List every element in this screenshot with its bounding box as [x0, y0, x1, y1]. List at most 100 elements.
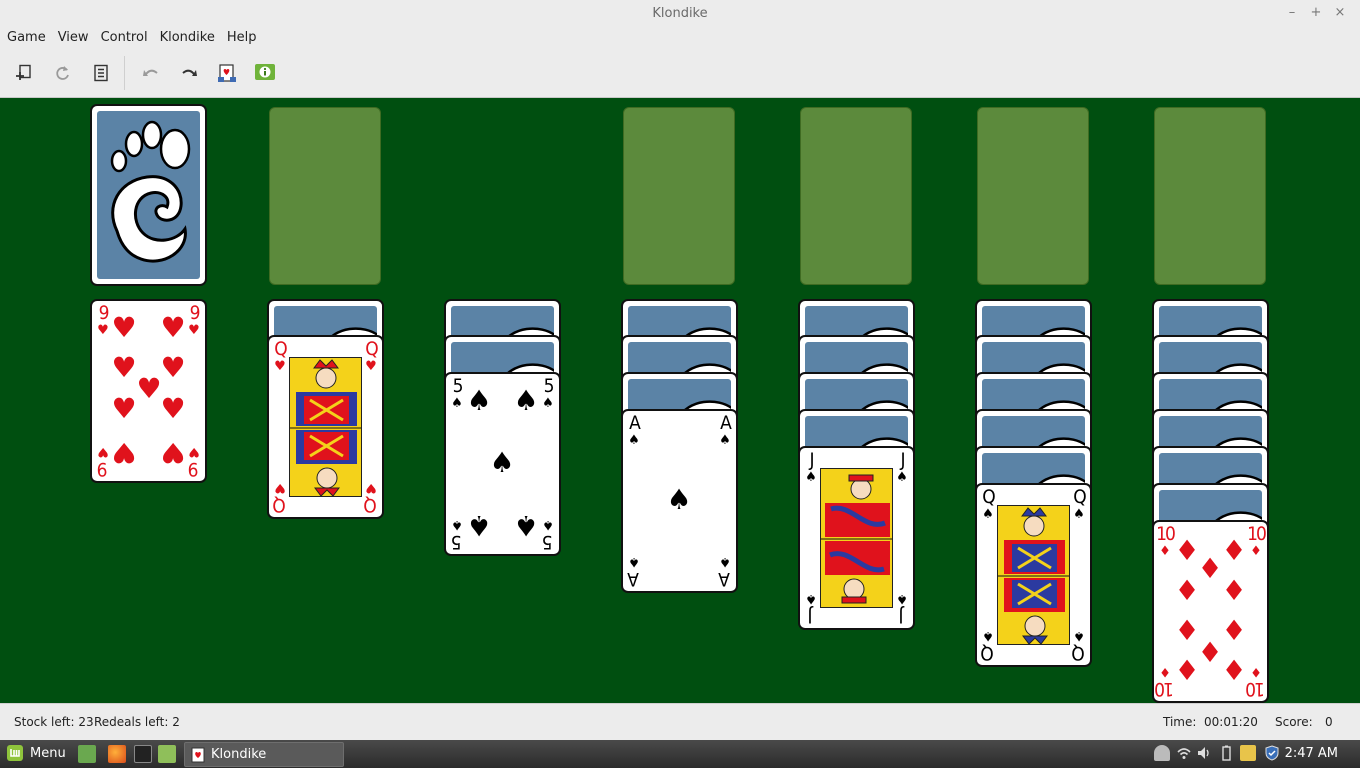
heart-pip: ♥ [111, 392, 137, 425]
menu-bar: Game View Control Klondike Help [0, 27, 1360, 48]
undo-icon [143, 69, 158, 76]
card-rank: 9 [189, 302, 201, 324]
new-game-icon [16, 64, 31, 80]
clock[interactable]: 2:47 AM [1285, 746, 1338, 761]
time-value: 00:01:20 [1204, 715, 1258, 729]
diamond-pip: ♦ [1174, 574, 1200, 607]
card-suit: ♦ [1159, 664, 1171, 679]
foundation-slot-1[interactable] [623, 107, 735, 285]
spade-pip: ♠ [513, 509, 539, 542]
card-rank: J [809, 449, 814, 471]
game-board[interactable]: 9 ♥ 9 ♥ 9 ♥ 9 ♥ ♥ ♥ ♥ ♥ ♥ ♥ ♥ ♥ ♥ Q ♥ Q ♥ Q ♥ Q… [0, 98, 1360, 703]
redo-button[interactable] [176, 60, 202, 86]
foundation-slot-2[interactable] [800, 107, 912, 285]
new-game-button[interactable] [11, 60, 37, 86]
wifi-icon[interactable] [1176, 745, 1192, 761]
taskbar-window-label: Klondike [211, 747, 267, 762]
battery-icon[interactable] [1218, 745, 1234, 761]
waste-slot[interactable] [269, 107, 381, 285]
card-rank: A [629, 412, 641, 434]
taskbar-window-klondike[interactable]: Klondike [184, 742, 344, 767]
card-suit: ♠ [628, 554, 640, 569]
menu-game[interactable]: Game [1, 27, 52, 48]
jack-face-art [820, 468, 893, 608]
select-game-icon [94, 64, 108, 82]
gnome-foot-icon [110, 120, 191, 263]
card-suit: ♥ [188, 444, 200, 459]
card-suit: ♠ [542, 396, 554, 411]
user-icon[interactable] [1154, 745, 1170, 761]
card-rank: 5 [543, 531, 553, 553]
card-rank: Q [274, 494, 286, 516]
card-rank: Q [1073, 486, 1087, 508]
card-suit: ♥ [274, 480, 286, 495]
card-rank: J [900, 605, 904, 627]
tableau-5-card[interactable]: J ♠ J ♠ J ♠ J ♠ [798, 446, 915, 630]
card-rank: 10 [1247, 523, 1267, 545]
foundation-slot-4[interactable] [1154, 107, 1266, 285]
card-suit: ♦ [1250, 544, 1262, 559]
spade-pip: ♠ [466, 384, 492, 417]
redeals-left-label: Redeals left: 2 [94, 715, 180, 729]
diamond-pip: ♦ [1221, 654, 1247, 687]
start-menu-button[interactable]: Menu [6, 744, 66, 762]
klondike-app-icon [191, 747, 205, 762]
diamond-pip: ♦ [1174, 654, 1200, 687]
spade-pip: ♠ [666, 483, 692, 516]
tableau-1-card[interactable]: 9 ♥ 9 ♥ 9 ♥ 9 ♥ ♥ ♥ ♥ ♥ ♥ ♥ ♥ ♥ ♥ [90, 299, 207, 483]
spade-pip: ♠ [489, 446, 515, 479]
undo-button[interactable] [138, 60, 164, 86]
minimize-button[interactable]: – [1284, 4, 1300, 22]
tableau-6-card[interactable]: Q ♠ Q ♠ Q ♠ Q ♠ [975, 483, 1092, 667]
heart-pip: ♥ [160, 311, 186, 344]
window-controls: – + × [1284, 4, 1348, 22]
tableau-7-card[interactable]: 10 ♦ 10 ♦ 10 ♦ 10 ♦ ♦ ♦ ♦ ♦ ♦ ♦ ♦ ♦ ♦ ♦ [1152, 520, 1269, 703]
notes-icon[interactable] [1240, 745, 1256, 761]
maximize-button[interactable]: + [1308, 4, 1324, 22]
tableau-3-card[interactable]: 5 ♠ 5 ♠ 5 ♠ 5 ♠ ♠ ♠ ♠ ♠ ♠ [444, 372, 561, 556]
heart-pip: ♥ [160, 392, 186, 425]
files-icon[interactable] [158, 745, 176, 763]
select-game-button[interactable] [88, 60, 114, 86]
deal-icon [218, 64, 236, 82]
score-label: Score: [1275, 715, 1313, 729]
deal-button[interactable] [214, 60, 240, 86]
card-rank: Q [365, 338, 379, 360]
update-shield-icon[interactable] [1264, 745, 1280, 761]
card-rank: 5 [452, 375, 464, 397]
card-suit: ♠ [896, 470, 908, 485]
card-suit: ♠ [451, 517, 463, 532]
menu-view[interactable]: View [52, 27, 95, 48]
tableau-4-card[interactable]: A ♠ A ♠ A ♠ A ♠ ♠ [621, 409, 738, 593]
card-suit: ♠ [719, 433, 731, 448]
stock-pile[interactable] [90, 104, 207, 286]
restart-icon [56, 66, 69, 80]
volume-icon[interactable] [1196, 745, 1212, 761]
card-rank: 5 [452, 531, 462, 553]
menu-control[interactable]: Control [95, 27, 154, 48]
card-suit: ♥ [97, 323, 109, 338]
spade-pip: ♠ [466, 509, 492, 542]
show-desktop-icon[interactable] [78, 745, 96, 763]
card-suit: ♦ [1159, 544, 1171, 559]
tableau-2-card[interactable]: Q ♥ Q ♥ Q ♥ Q ♥ [267, 335, 384, 519]
card-rank: 10 [1247, 678, 1265, 700]
menu-help[interactable]: Help [221, 27, 263, 48]
card-rank: Q [1073, 642, 1085, 664]
terminal-icon[interactable] [134, 745, 152, 763]
start-menu-label: Menu [30, 745, 66, 761]
foundation-slot-3[interactable] [977, 107, 1089, 285]
card-rank: A [720, 568, 730, 590]
card-suit: ♠ [1073, 507, 1085, 522]
close-button[interactable]: × [1332, 4, 1348, 22]
hint-button[interactable] [252, 60, 278, 86]
restart-button[interactable] [50, 60, 76, 86]
card-suit: ♦ [1250, 664, 1262, 679]
redo-icon [182, 69, 197, 76]
menu-klondike[interactable]: Klondike [154, 27, 221, 48]
diamond-pip: ♦ [1221, 574, 1247, 607]
card-suit: ♠ [451, 396, 463, 411]
heart-pip: ♥ [160, 436, 186, 469]
card-suit: ♠ [982, 507, 994, 522]
firefox-icon[interactable] [108, 745, 126, 763]
